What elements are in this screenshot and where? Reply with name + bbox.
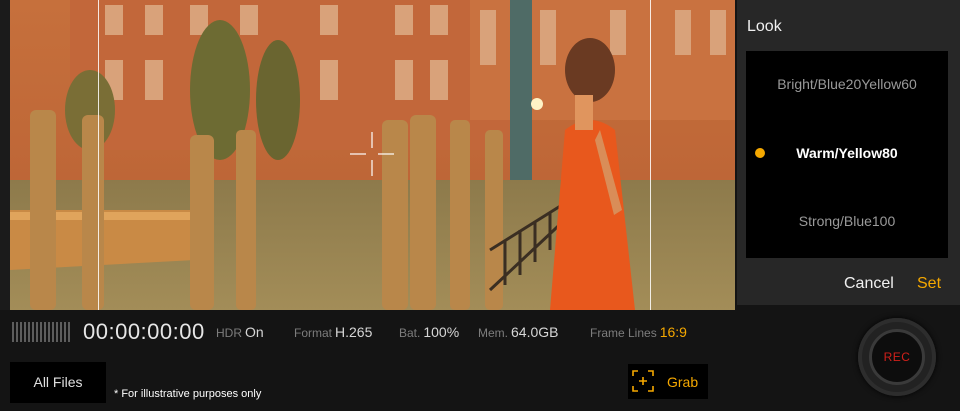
- look-item-label: Warm/Yellow80: [796, 145, 898, 161]
- grab-label: Grab: [667, 374, 699, 390]
- grab-frame-icon: [632, 370, 654, 392]
- grab-button[interactable]: Grab: [628, 364, 708, 399]
- hdr-label: HDR: [216, 326, 242, 340]
- frame-lines-status: Frame Lines 16:9: [590, 324, 687, 340]
- look-item-label: Strong/Blue100: [798, 213, 896, 229]
- timecode: 00:00:00:00: [83, 319, 205, 344]
- frame-line-left: [98, 0, 99, 310]
- disclaimer-text: * For illustrative purposes only: [114, 388, 262, 400]
- look-item-strong-blue100[interactable]: Strong/Blue100: [746, 206, 948, 236]
- hdr-value: On: [245, 324, 264, 340]
- look-item-bright-blue20yellow60[interactable]: Bright/Blue20Yellow60: [746, 69, 948, 99]
- format-value: H.265: [335, 324, 373, 340]
- audio-level-meter-icon: [12, 322, 70, 342]
- battery-status: Bat. 100%: [399, 324, 459, 340]
- memory-label: Mem.: [478, 326, 508, 340]
- rec-button-inner: REC: [869, 329, 925, 385]
- look-panel-title: Look: [747, 18, 782, 35]
- format-status: Format H.265: [294, 324, 372, 340]
- all-files-button[interactable]: All Files: [10, 362, 106, 403]
- look-list[interactable]: Bright/Blue20Yellow60 Warm/Yellow80 Stro…: [746, 51, 948, 258]
- look-panel: Look Bright/Blue20Yellow60 Warm/Yellow80…: [737, 0, 960, 305]
- focus-crosshair-icon: [350, 132, 394, 176]
- hdr-status: HDR On: [216, 324, 264, 340]
- format-label: Format: [294, 326, 333, 340]
- set-button[interactable]: Set: [917, 275, 941, 293]
- battery-label: Bat.: [399, 326, 421, 340]
- selected-dot-icon: [755, 148, 765, 158]
- cancel-button[interactable]: Cancel: [844, 275, 894, 293]
- rec-button[interactable]: REC: [858, 318, 936, 396]
- frame-lines-value: 16:9: [659, 324, 687, 340]
- look-item-label: Bright/Blue20Yellow60: [777, 76, 917, 92]
- frame-line-right: [650, 0, 651, 310]
- memory-status: Mem. 64.0GB: [478, 324, 558, 340]
- rec-label: REC: [883, 350, 911, 364]
- memory-value: 64.0GB: [511, 324, 559, 340]
- viewfinder-left-strip: [0, 0, 10, 310]
- status-bar: 00:00:00:00 HDR On Format H.265 Bat. 100% M…: [0, 312, 840, 352]
- camera-viewfinder[interactable]: [10, 0, 735, 310]
- battery-value: 100%: [423, 324, 460, 340]
- look-item-warm-yellow80[interactable]: Warm/Yellow80: [746, 138, 948, 168]
- frame-lines-label: Frame Lines: [590, 326, 657, 340]
